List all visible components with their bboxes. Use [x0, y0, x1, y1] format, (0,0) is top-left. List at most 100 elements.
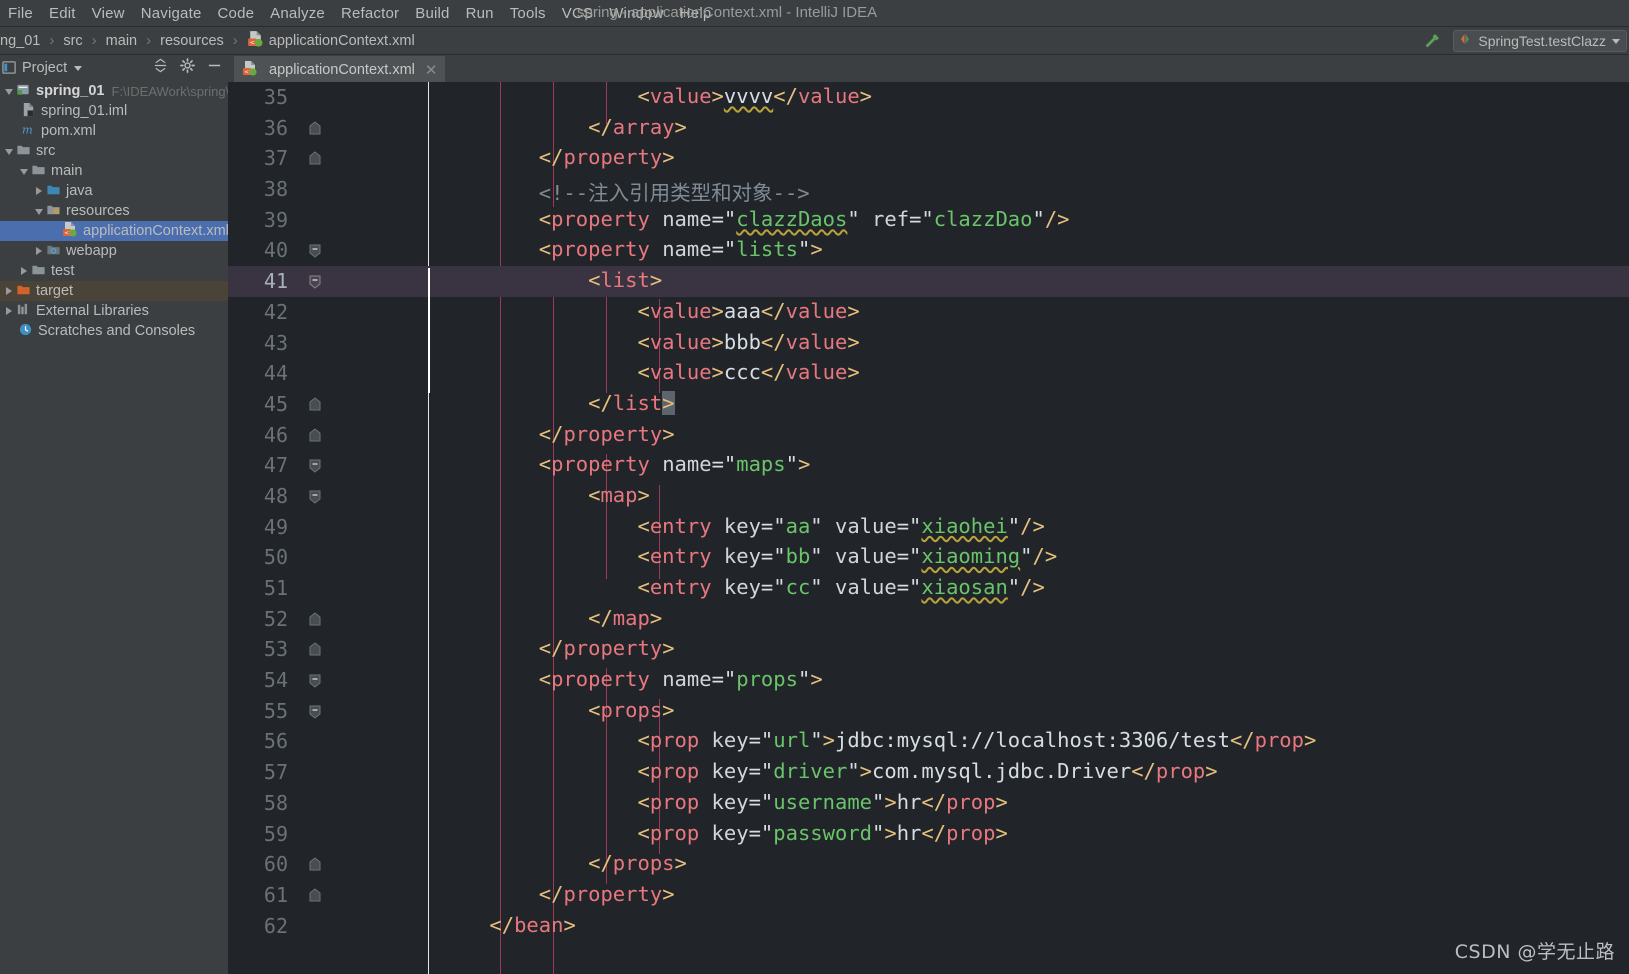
- chevron-down-icon[interactable]: [74, 65, 83, 71]
- code-line[interactable]: 56 <prop key="url">jdbc:mysql://localhos…: [228, 726, 1629, 757]
- fold-start-marker[interactable]: [308, 704, 322, 719]
- menu-item-navigate[interactable]: Navigate: [133, 3, 210, 24]
- fold-end-marker[interactable]: [308, 121, 322, 136]
- code-line[interactable]: 48 <map>: [228, 481, 1629, 512]
- tree-item-test[interactable]: test: [0, 261, 228, 281]
- menu-item-code[interactable]: Code: [210, 3, 263, 24]
- tree-item-spring_01[interactable]: spring_01 F:\IDEAWork\spring\spring_: [0, 81, 228, 101]
- breadcrumb-item-project[interactable]: ng_01: [0, 33, 40, 49]
- code-line[interactable]: 50 <entry key="bb" value="xiaoming"/>: [228, 542, 1629, 573]
- line-number: 48: [263, 483, 288, 508]
- tree-item-main[interactable]: main: [0, 161, 228, 181]
- code-line[interactable]: 60 </props>: [228, 849, 1629, 880]
- code-line[interactable]: 51 <entry key="cc" value="xiaosan"/>: [228, 573, 1629, 604]
- breadcrumb-item-file[interactable]: <> applicationContext.xml: [247, 30, 415, 51]
- menu-item-run[interactable]: Run: [458, 3, 502, 24]
- breadcrumb-item-main[interactable]: main: [106, 33, 137, 49]
- fold-end-marker[interactable]: [308, 427, 322, 443]
- line-content: <property name="props">: [538, 667, 823, 692]
- fold-start-marker[interactable]: [308, 489, 322, 504]
- gear-icon[interactable]: [180, 58, 195, 78]
- tree-item-webapp[interactable]: webapp: [0, 241, 228, 261]
- menu-item-edit[interactable]: Edit: [41, 3, 84, 24]
- minimize-icon[interactable]: [207, 58, 222, 78]
- breadcrumb-item-src[interactable]: src: [63, 33, 82, 49]
- tree-item-scratches-and-consoles[interactable]: Scratches and Consoles: [0, 321, 228, 341]
- menu-item-file[interactable]: File: [0, 3, 41, 24]
- project-tree[interactable]: spring_01 F:\IDEAWork\spring\spring_ spr…: [0, 81, 228, 974]
- chevron-right-icon[interactable]: [32, 243, 46, 259]
- chevron-right-icon[interactable]: [32, 183, 46, 199]
- code-line[interactable]: 55 <props>: [228, 696, 1629, 727]
- tree-item-pom-xml[interactable]: m pom.xml: [0, 121, 228, 141]
- code-line[interactable]: 49 <entry key="aa" value="xiaohei"/>: [228, 512, 1629, 543]
- fold-end-marker[interactable]: [308, 642, 322, 657]
- breadcrumb-label: ng_01: [0, 32, 41, 49]
- code-line[interactable]: 43 <value>bbb</value>: [228, 328, 1629, 359]
- code-line[interactable]: 38 <!--注入引用类型和对象-->: [228, 174, 1629, 205]
- menu-item-refactor[interactable]: Refactor: [333, 3, 407, 24]
- code-line[interactable]: 45 </list>: [228, 389, 1629, 420]
- run-configuration-selector[interactable]: SpringTest.testClazz: [1453, 30, 1627, 52]
- fold-end-marker[interactable]: [308, 857, 322, 872]
- chevron-down-icon[interactable]: [2, 83, 16, 99]
- fold-end-marker[interactable]: [308, 612, 322, 627]
- fold-start-marker[interactable]: [308, 274, 322, 289]
- code-line[interactable]: 59 <prop key="password">hr</prop>: [228, 819, 1629, 850]
- code-line[interactable]: 47 <property name="maps">: [228, 450, 1629, 481]
- line-number: 38: [263, 177, 288, 202]
- menu-item-build[interactable]: Build: [407, 3, 457, 24]
- code-line[interactable]: 57 <prop key="driver">com.mysql.jdbc.Dri…: [228, 757, 1629, 788]
- tree-item-target[interactable]: target: [0, 281, 228, 301]
- line-number: 35: [263, 85, 288, 109]
- fold-end-marker[interactable]: [308, 151, 322, 166]
- line-number: 59: [263, 821, 288, 846]
- code-line[interactable]: 44 <value>ccc</value>: [228, 358, 1629, 389]
- tree-item-external-libraries[interactable]: External Libraries: [0, 301, 228, 321]
- code-line[interactable]: 61 </property>: [228, 880, 1629, 911]
- chevron-right-icon[interactable]: [2, 283, 16, 299]
- chevron-down-icon[interactable]: [32, 203, 46, 219]
- collapse-all-icon[interactable]: [153, 58, 168, 78]
- code-line-current[interactable]: 41 <list>: [228, 266, 1629, 297]
- code-line[interactable]: 42 <value>aaa</value>: [228, 297, 1629, 328]
- code-line[interactable]: 62 </bean>: [228, 911, 1629, 942]
- fold-end-marker[interactable]: [308, 397, 322, 412]
- close-icon[interactable]: ✕: [425, 61, 438, 79]
- build-project-button[interactable]: [1419, 30, 1445, 52]
- code-line[interactable]: 54 <property name="props">: [228, 665, 1629, 696]
- line-content: <list>: [588, 268, 663, 293]
- code-line[interactable]: 35 <value>vvvv</value>: [228, 82, 1629, 113]
- code-line[interactable]: 53 </property>: [228, 634, 1629, 665]
- code-line[interactable]: 37 </property>: [228, 143, 1629, 174]
- chevron-down-icon[interactable]: [2, 143, 16, 159]
- fold-start-marker[interactable]: [308, 458, 322, 473]
- hammer-icon: [1425, 34, 1440, 48]
- menu-item-view[interactable]: View: [84, 3, 133, 24]
- editor-tab-applicationContext-xml[interactable]: <> applicationContext.xml ✕: [234, 56, 446, 82]
- line-number: 47: [263, 453, 288, 478]
- menu-item-analyze[interactable]: Analyze: [262, 3, 333, 24]
- intellij-window: File Edit View Navigate Code Analyze Ref…: [0, 0, 1629, 974]
- tree-item-spring_01-iml[interactable]: spring_01.iml: [0, 101, 228, 121]
- code-line[interactable]: 36 </array>: [228, 113, 1629, 144]
- code-line[interactable]: 52 </map>: [228, 604, 1629, 635]
- fold-start-marker[interactable]: [308, 243, 322, 259]
- tree-item-java[interactable]: java: [0, 181, 228, 201]
- chevron-right-icon[interactable]: [17, 263, 31, 279]
- tree-item-resources[interactable]: resources: [0, 201, 228, 221]
- fold-end-marker[interactable]: [308, 888, 322, 903]
- code-editor[interactable]: 35 <value>vvvv</value> 36 </array> 37 </…: [228, 82, 1629, 974]
- tree-item-applicationContext-xml[interactable]: <> applicationContext.xml: [0, 221, 228, 241]
- code-line[interactable]: 40 <property name="lists">: [228, 235, 1629, 266]
- tree-item-src[interactable]: src: [0, 141, 228, 161]
- fold-start-marker[interactable]: [308, 673, 322, 688]
- chevron-right-icon[interactable]: [2, 303, 16, 319]
- code-line[interactable]: 58 <prop key="username">hr</prop>: [228, 788, 1629, 819]
- chevron-down-icon[interactable]: [17, 163, 31, 179]
- breadcrumb-item-resources[interactable]: resources: [160, 33, 224, 49]
- chevron-down-icon[interactable]: [1612, 38, 1620, 44]
- code-line[interactable]: 39 <property name="clazzDaos" ref="clazz…: [228, 205, 1629, 236]
- code-line[interactable]: 46 </property>: [228, 420, 1629, 451]
- menu-item-tools[interactable]: Tools: [502, 3, 554, 24]
